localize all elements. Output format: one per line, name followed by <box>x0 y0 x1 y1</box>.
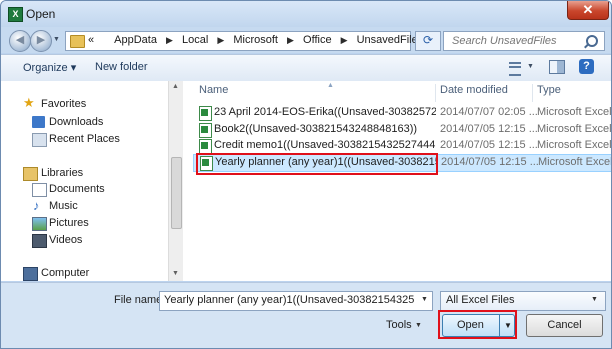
nav-item-downloads[interactable]: Downloads <box>49 116 103 128</box>
search-icon[interactable] <box>586 35 598 47</box>
nav-item-computer[interactable]: Computer <box>41 267 89 279</box>
file-name-label: File name: <box>114 294 166 306</box>
refresh-button[interactable]: ⟳ <box>415 31 441 51</box>
back-button[interactable]: ◀ <box>9 30 31 52</box>
file-type-value: All Excel Files <box>446 294 515 306</box>
search-box[interactable] <box>443 31 605 51</box>
file-date: 2014/07/07 02:05 ... <box>440 106 538 118</box>
command-toolbar: Organize ▾ New folder ▼ ? <box>1 54 611 82</box>
scrollbar-thumb[interactable] <box>171 157 182 229</box>
excel-file-icon <box>199 139 212 154</box>
breadcrumb-unsavedfiles[interactable]: UnsavedFiles <box>357 34 424 46</box>
tools-button[interactable]: Tools <box>386 319 412 331</box>
column-header-type[interactable]: Type <box>537 84 611 102</box>
breadcrumb-local[interactable]: Local <box>182 34 208 46</box>
chevron-right-icon[interactable]: ▶ <box>287 35 294 45</box>
nav-item-libraries[interactable]: Libraries <box>41 167 83 179</box>
excel-icon: X <box>8 7 23 22</box>
file-type: Microsoft Excel B <box>537 106 611 118</box>
file-date: 2014/07/05 12:15 ... <box>441 156 539 168</box>
breadcrumb-microsoft[interactable]: Microsoft <box>233 34 278 46</box>
view-dropdown-icon[interactable]: ▼ <box>527 63 534 70</box>
downloads-icon <box>32 116 45 128</box>
recent-locations-dropdown-icon[interactable]: ▼ <box>53 36 60 43</box>
file-row[interactable]: Book2((Unsaved-303821543248848163)) 2014… <box>193 122 611 138</box>
navigation-bar: ◀ ▶ ▼ « AppData ▶ Local ▶ Microsoft ▶ Of… <box>1 27 611 53</box>
breadcrumb: « AppData ▶ Local ▶ Microsoft ▶ Office ▶… <box>88 34 423 46</box>
file-name-value[interactable]: Yearly planner (any year)1((Unsaved-3038… <box>164 294 414 306</box>
selected-file-highlight <box>196 153 438 175</box>
search-input[interactable] <box>450 34 584 48</box>
address-bar[interactable]: « AppData ▶ Local ▶ Microsoft ▶ Office ▶… <box>65 31 470 51</box>
breadcrumb-office[interactable]: Office <box>303 34 332 46</box>
breadcrumb-overflow[interactable]: « <box>88 34 94 46</box>
nav-item-pictures[interactable]: Pictures <box>49 217 89 229</box>
navigation-pane-scrollbar[interactable]: ▲ ▼ <box>168 81 183 281</box>
file-date: 2014/07/05 12:15 ... <box>440 123 538 135</box>
nav-item-videos[interactable]: Videos <box>49 234 82 246</box>
videos-icon <box>32 234 47 248</box>
title-bar[interactable]: X Open ✕ <box>1 1 611 27</box>
nav-item-documents[interactable]: Documents <box>49 183 105 195</box>
view-options-icon[interactable] <box>509 62 521 76</box>
computer-icon <box>23 267 38 281</box>
file-type: Microsoft Excel B <box>537 123 611 135</box>
documents-icon <box>32 183 47 197</box>
navigation-pane: ★ Favorites Downloads Recent Places Libr… <box>1 81 168 281</box>
scroll-up-icon[interactable]: ▲ <box>172 83 179 90</box>
favorites-star-icon: ★ <box>23 95 35 110</box>
file-name: Book2((Unsaved-303821543248848163)) <box>214 123 418 135</box>
nav-item-music[interactable]: Music <box>49 200 78 212</box>
recent-places-icon <box>32 133 47 147</box>
preview-pane-icon[interactable] <box>549 60 565 74</box>
nav-item-favorites[interactable]: Favorites <box>41 98 86 110</box>
libraries-icon <box>23 167 38 181</box>
help-icon[interactable]: ? <box>579 59 594 74</box>
file-row[interactable]: 23 April 2014-EOS-Erika((Unsaved-3038257… <box>193 105 611 121</box>
forward-button[interactable]: ▶ <box>30 30 52 52</box>
file-row[interactable]: Credit memo1((Unsaved-303821543252744416… <box>193 138 611 154</box>
column-name-label: Name <box>199 84 229 96</box>
nav-item-recent-places[interactable]: Recent Places <box>49 133 120 145</box>
organize-button[interactable]: Organize ▾ <box>23 61 76 74</box>
file-type: Microsoft Excel B <box>538 156 611 168</box>
new-folder-button[interactable]: New folder <box>95 61 148 73</box>
file-name: Credit memo1((Unsaved-303821543252744416… <box>214 139 436 151</box>
file-type-select[interactable]: All Excel Files ▼ <box>440 291 606 311</box>
dialog-title: Open <box>26 7 56 21</box>
chevron-right-icon[interactable]: ▶ <box>341 35 348 45</box>
excel-file-icon <box>199 123 212 138</box>
file-date: 2014/07/05 12:15 ... <box>440 139 538 151</box>
file-name: 23 April 2014-EOS-Erika((Unsaved-3038257… <box>214 106 436 118</box>
sort-ascending-icon: ▲ <box>327 82 334 89</box>
tools-dropdown-icon[interactable]: ▼ <box>415 322 422 329</box>
pictures-icon <box>32 217 47 231</box>
cancel-button[interactable]: Cancel <box>526 314 603 337</box>
file-list: Name ▲ Date modified Type 23 April 2014-… <box>183 81 611 281</box>
breadcrumb-appdata[interactable]: AppData <box>114 34 157 46</box>
close-button[interactable]: ✕ <box>567 1 609 20</box>
column-header-name[interactable]: Name ▲ <box>199 82 436 102</box>
open-button-highlight <box>438 310 517 339</box>
file-name-field[interactable]: Yearly planner (any year)1((Unsaved-3038… <box>159 291 433 311</box>
file-type-dropdown-icon[interactable]: ▼ <box>591 296 598 303</box>
chevron-right-icon[interactable]: ▶ <box>166 35 173 45</box>
dialog-footer: File name: Yearly planner (any year)1((U… <box>1 282 611 348</box>
excel-file-icon <box>199 106 212 121</box>
scroll-down-icon[interactable]: ▼ <box>172 270 179 277</box>
column-header-date[interactable]: Date modified <box>440 84 533 102</box>
open-dialog: X Open ✕ ◀ ▶ ▼ « AppData ▶ Local ▶ Micro… <box>0 0 612 349</box>
folder-icon <box>70 35 85 48</box>
file-name-dropdown-icon[interactable]: ▼ <box>421 296 428 303</box>
music-icon: ♪ <box>33 198 40 213</box>
chevron-right-icon[interactable]: ▶ <box>217 35 224 45</box>
file-type: Microsoft Excel B <box>537 139 611 151</box>
